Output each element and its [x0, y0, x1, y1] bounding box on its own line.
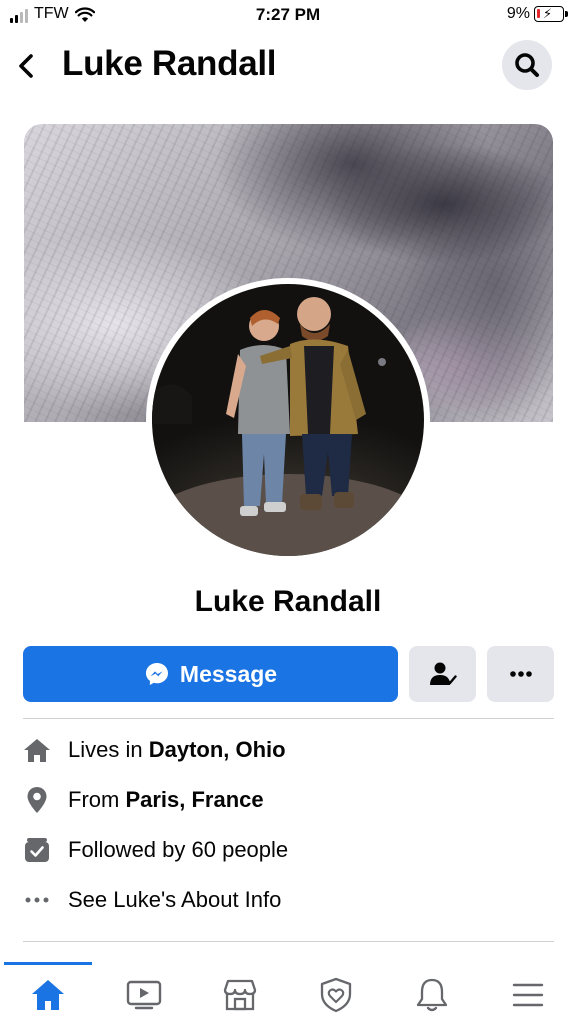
location-pin-icon [22, 785, 52, 815]
friends-check-icon [429, 662, 457, 685]
divider [23, 941, 554, 942]
search-button[interactable] [502, 40, 552, 90]
bottom-tab-bar [0, 962, 576, 1024]
tab-marketplace[interactable] [192, 970, 288, 1020]
battery-icon: ⚡ [534, 6, 568, 22]
detail-lives-value[interactable]: Dayton, Ohio [149, 737, 286, 763]
profile-name: Luke Randall [194, 585, 382, 618]
detail-lives-prefix: Lives in [68, 737, 143, 762]
detail-about-info[interactable]: See Luke's About Info [22, 883, 281, 917]
profile-picture-image [152, 284, 424, 556]
home-icon [32, 980, 64, 1010]
ellipsis-icon [22, 885, 52, 915]
tab-notifications[interactable] [384, 970, 480, 1020]
battery-percent: 9% [506, 5, 530, 22]
message-button[interactable]: Message [23, 646, 398, 702]
friend-status-button[interactable] [409, 646, 476, 702]
followers-icon [22, 835, 52, 865]
message-button-label: Message [179, 660, 278, 687]
chevron-left-icon [19, 54, 33, 78]
messenger-icon [144, 661, 170, 687]
status-right: 9% ⚡ [506, 5, 568, 23]
shield-heart-icon [320, 977, 352, 1013]
home-icon [22, 735, 52, 765]
status-time: 7:27 PM [255, 5, 321, 24]
back-button[interactable] [12, 48, 40, 84]
more-options-button[interactable] [487, 646, 554, 702]
detail-from: From Paris, France [22, 783, 264, 817]
charging-bolt-icon: ⚡ [543, 6, 553, 21]
tab-watch[interactable] [96, 970, 192, 1020]
active-tab-indicator [4, 962, 92, 965]
status-bar: TFW 7:27 PM 9% ⚡ [0, 0, 576, 32]
detail-lives-in: Lives in Dayton, Ohio [22, 733, 286, 767]
divider [23, 718, 554, 719]
marketplace-icon [223, 979, 257, 1011]
search-icon [515, 53, 539, 77]
profile-header: Luke Randall [0, 36, 576, 96]
more-dots-icon [509, 671, 532, 677]
menu-icon [512, 983, 544, 1007]
tab-home[interactable] [0, 970, 96, 1020]
profile-picture[interactable] [146, 278, 430, 562]
tab-dating[interactable] [288, 970, 384, 1020]
detail-followers-text: Followed by 60 people [68, 837, 289, 862]
bell-icon [416, 978, 448, 1012]
detail-from-prefix: From [68, 787, 120, 812]
detail-from-value[interactable]: Paris, France [125, 787, 263, 813]
tab-menu[interactable] [480, 970, 576, 1020]
detail-about-text: See Luke's About Info [68, 887, 282, 912]
page-title: Luke Randall [62, 44, 277, 83]
video-icon [126, 980, 162, 1010]
detail-followers[interactable]: Followed by 60 people [22, 833, 288, 867]
profile-photo-figures [152, 297, 424, 556]
